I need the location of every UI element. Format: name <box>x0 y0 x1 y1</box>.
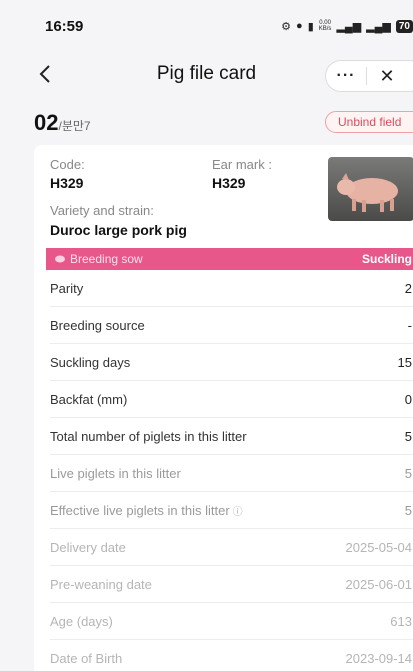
list-item: Suckling days 15 <box>50 344 413 381</box>
system-icons: ⚙ ● ▮ 0.00 KB/s ▂▄▆ ▂▄▆ 70 <box>281 19 413 33</box>
row-value: 0 <box>404 391 412 407</box>
pig-type-label: Breeding sow <box>70 252 143 266</box>
pig-icon <box>55 255 65 263</box>
info-icon[interactable]: ⓘ <box>233 507 243 518</box>
row-value: 5 <box>404 465 412 481</box>
row-label: Date of Birth <box>50 650 123 666</box>
row-label: Live piglets in this litter <box>50 465 181 481</box>
signal-5g-icon: ▂▄▆ <box>366 20 391 33</box>
status-left: Breeding sow <box>54 252 143 266</box>
list-item: Backfat (mm) 0 <box>50 381 413 418</box>
row-value: - <box>407 317 412 333</box>
list-item: Date of Birth 2023-09-14 <box>50 640 413 671</box>
pig-pen: /분만7 <box>58 119 91 133</box>
row-label: Breeding source <box>50 317 145 333</box>
list-item: Effective live piglets in this litter ⓘ 5 <box>50 492 413 529</box>
battery-icon: 70 <box>395 19 413 33</box>
unbind-field-button[interactable]: Unbind field <box>325 111 413 133</box>
list-item: Pre-weaning date 2025-06-01 <box>50 566 413 603</box>
clock: 16:59 <box>45 17 84 35</box>
row-value: 15 <box>397 354 412 370</box>
row-label: Backfat (mm) <box>50 391 128 407</box>
location-icon: ● <box>296 20 303 32</box>
row-label: Age (days) <box>50 613 113 629</box>
pig-basic-info: Code: H329 Ear mark : H329 Variety and s… <box>34 145 413 248</box>
row-label: Pre-weaning date <box>50 576 152 592</box>
navigation-bar: Pig file card ··· ✕ <box>0 52 413 98</box>
attribute-list: Parity 2 Breeding source - Suckling days… <box>34 270 413 671</box>
pig-photo[interactable] <box>328 157 413 221</box>
ear-mark-value: H329 <box>212 175 246 191</box>
code-label: Code: <box>50 157 85 172</box>
ear-mark-label: Ear mark : <box>212 157 272 172</box>
row-value: 2 <box>404 280 412 296</box>
row-label: Delivery date <box>50 539 126 555</box>
list-item: Live piglets in this litter 5 <box>50 455 413 492</box>
system-status-bar: 16:59 ⚙ ● ▮ 0.00 KB/s ▂▄▆ ▂▄▆ 70 <box>0 0 413 52</box>
pig-number: 02 <box>34 110 59 135</box>
row-label: Suckling days <box>50 354 131 370</box>
variety-value: Duroc large pork pig <box>50 222 187 238</box>
code-value: H329 <box>50 175 84 191</box>
more-icon[interactable]: ··· <box>326 67 366 85</box>
close-icon[interactable]: ✕ <box>367 66 407 87</box>
row-value: 2023-09-14 <box>345 650 413 666</box>
pig-number-heading: 02/분만7 <box>34 110 91 136</box>
speed-unit: KB/s <box>318 26 332 32</box>
row-label: Total number of piglets in this litter <box>50 428 247 444</box>
row-label-with-info: Effective live piglets in this litter ⓘ <box>50 503 243 518</box>
mini-program-capsule: ··· ✕ <box>325 60 413 92</box>
list-item: Parity 2 <box>50 270 413 307</box>
list-item: Total number of piglets in this litter 5 <box>50 418 413 455</box>
row-label: Effective live piglets in this litter <box>50 502 230 518</box>
row-value: 5 <box>404 428 412 444</box>
signal-icon: ▂▄▆ <box>336 20 362 33</box>
pig-info-card: Code: H329 Ear mark : H329 Variety and s… <box>34 145 413 671</box>
row-value: 5 <box>404 502 412 518</box>
row-value: 613 <box>390 613 412 629</box>
network-speed: 0.00 KB/s <box>319 20 332 32</box>
list-item: Delivery date 2025-05-04 <box>50 529 413 566</box>
breeding-status-bar: Breeding sow Suckling <box>46 248 413 270</box>
row-value: 2025-05-04 <box>345 539 413 555</box>
pig-status-label: Suckling <box>361 252 412 266</box>
row-value: 2025-06-01 <box>345 576 413 592</box>
list-item: Age (days) 613 <box>50 603 413 640</box>
row-label: Parity <box>50 280 84 296</box>
gear-icon: ⚙ <box>281 20 292 33</box>
variety-label: Variety and strain: <box>50 203 154 218</box>
vibrate-icon: ▮ <box>307 20 314 33</box>
list-item: Breeding source - <box>50 307 413 344</box>
